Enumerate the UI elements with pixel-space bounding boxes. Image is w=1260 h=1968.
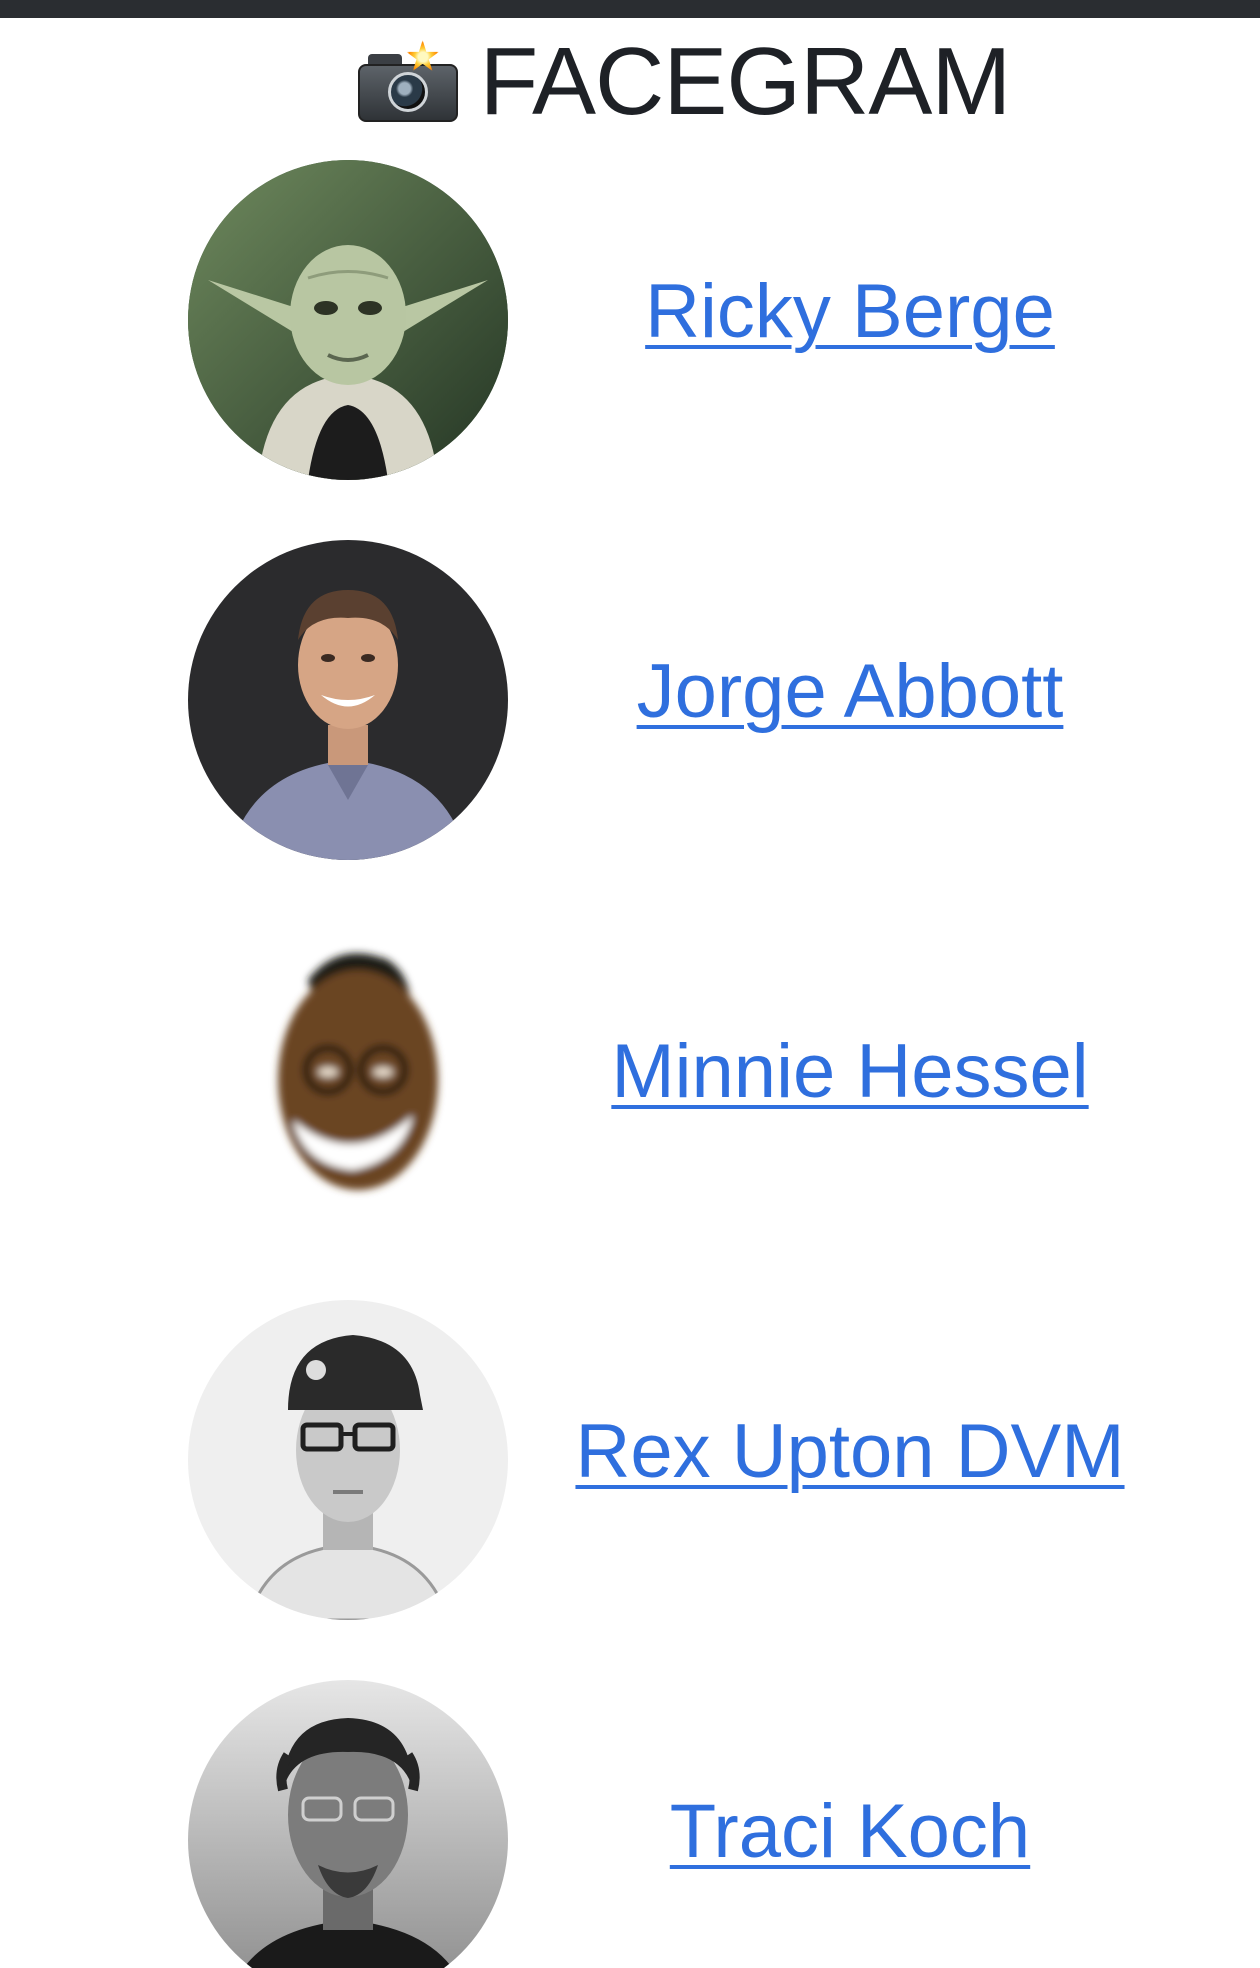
yoda-avatar-image bbox=[188, 160, 508, 480]
browser-top-bar bbox=[0, 0, 1260, 18]
user-link-ricky-berge[interactable]: Ricky Berge bbox=[540, 270, 1160, 354]
list-item: Ricky Berge bbox=[0, 160, 1260, 480]
man-with-cap-avatar-image bbox=[188, 1300, 508, 1620]
user-link-rex-upton-dvm[interactable]: Rex Upton DVM bbox=[540, 1410, 1160, 1494]
list-item: Minnie Hessel bbox=[0, 920, 1260, 1240]
cartoon-face-avatar-image bbox=[188, 920, 508, 1240]
man-with-glasses-avatar-image bbox=[188, 1680, 508, 1968]
user-link-minnie-hessel[interactable]: Minnie Hessel bbox=[540, 1030, 1160, 1114]
avatar[interactable] bbox=[188, 920, 508, 1240]
list-item: Traci Koch bbox=[0, 1680, 1260, 1968]
list-item: Rex Upton DVM bbox=[0, 1300, 1260, 1620]
avatar[interactable] bbox=[188, 1300, 508, 1620]
avatar[interactable] bbox=[188, 540, 508, 860]
user-link-traci-koch[interactable]: Traci Koch bbox=[540, 1790, 1160, 1874]
app-header: FACEGRAM bbox=[0, 22, 1260, 142]
avatar[interactable] bbox=[188, 1680, 508, 1968]
user-link-jorge-abbott[interactable]: Jorge Abbott bbox=[540, 650, 1160, 734]
app-title: FACEGRAM bbox=[479, 28, 1012, 135]
list-item: Jorge Abbott bbox=[0, 540, 1260, 860]
smiling-man-avatar-image bbox=[188, 540, 508, 860]
camera-with-flash-icon bbox=[357, 40, 458, 124]
avatar[interactable] bbox=[188, 160, 508, 480]
